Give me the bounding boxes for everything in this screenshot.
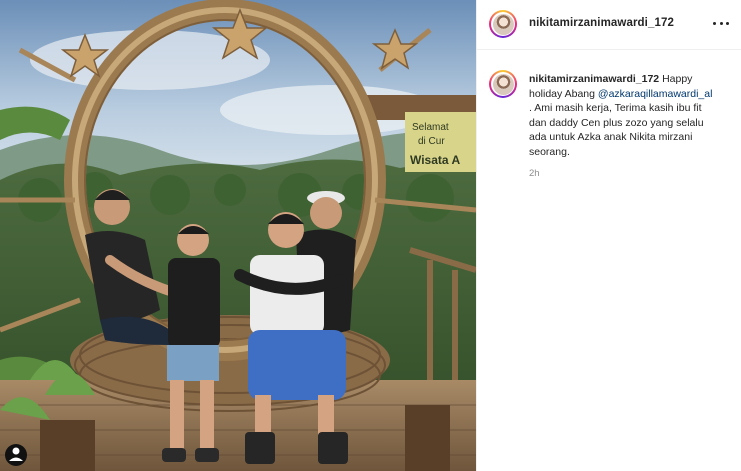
profile-picture-icon: [492, 73, 514, 95]
family-photo-illustration: Selamat di Cur Wisata A: [0, 0, 476, 471]
post-header: nikitamirzanimawardi_172: [477, 0, 741, 50]
sign-line-2: di Cur: [418, 136, 445, 147]
caption-mention-link[interactable]: @azkaraqillamawardi_al: [598, 88, 713, 100]
sign-line-3: Wisata A: [410, 153, 460, 167]
post-side-panel: nikitamirzanimawardi_172 nikitamirzanima…: [476, 0, 741, 471]
caption: nikitamirzanimawardi_172 Happy holiday A…: [529, 72, 714, 159]
caption-text-after: . Ami masih kerja, Terima kasih ibu fit …: [529, 102, 704, 158]
avatar[interactable]: [489, 10, 517, 38]
caption-avatar[interactable]: [489, 70, 517, 98]
post-photo[interactable]: Selamat di Cur Wisata A: [0, 0, 476, 471]
caption-username[interactable]: nikitamirzanimawardi_172: [529, 73, 659, 85]
more-horizontal-icon[interactable]: [713, 15, 729, 31]
profile-picture-icon: [492, 13, 514, 35]
sign-line-1: Selamat: [412, 122, 449, 133]
tagged-users-icon[interactable]: [5, 444, 27, 466]
post-time-ago[interactable]: 2h: [529, 168, 540, 179]
username-link[interactable]: nikitamirzanimawardi_172: [529, 17, 674, 29]
